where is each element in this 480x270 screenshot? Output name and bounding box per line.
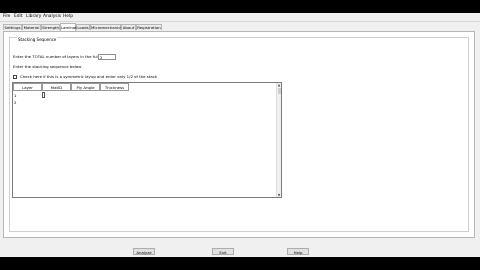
stacking-sequence-prompt: Enter the stacking sequence below (13, 64, 82, 69)
total-layers-label: Enter the TOTAL number of layers in the … (13, 54, 111, 59)
tab-micromechanics[interactable]: Micromechanics (90, 24, 122, 30)
symmetric-layup-checkbox[interactable] (13, 75, 17, 79)
menu-edit[interactable]: Edit (14, 14, 23, 20)
tab-about[interactable]: About (121, 24, 136, 30)
scroll-thumb[interactable] (277, 88, 281, 94)
table-row-label: 1 (14, 93, 17, 98)
analyze-button[interactable]: Analyze (133, 248, 155, 255)
menu-library[interactable]: Library (26, 14, 41, 20)
tab-settings[interactable]: Settings (3, 24, 22, 30)
scroll-down-arrow-icon[interactable]: ▼ (277, 193, 281, 197)
table-vertical-scrollbar[interactable]: ▲ ▼ (276, 83, 281, 197)
column-header-thickness[interactable]: Thickness (100, 83, 129, 91)
matid-cell-editor[interactable] (42, 92, 45, 98)
tab-registration[interactable]: Registration (136, 24, 162, 30)
column-header-matid[interactable]: MatID (42, 83, 71, 91)
menu-file[interactable]: File (3, 14, 10, 20)
group-title: Stacking Sequence (17, 37, 58, 42)
help-button[interactable]: Help (287, 248, 309, 255)
menu-bar: File Edit Library Analysis Help (0, 13, 480, 22)
total-layers-input[interactable]: 2 (98, 54, 116, 60)
column-header-layer[interactable]: Layer (13, 83, 42, 91)
stacking-table: Layer MatID Ply Angle Thickness 1 2 ▲ ▼ (12, 82, 282, 198)
table-row-label: 2 (14, 100, 17, 105)
column-header-ply-angle[interactable]: Ply Angle (71, 83, 100, 91)
tab-material[interactable]: Material (22, 24, 41, 30)
scroll-up-arrow-icon[interactable]: ▲ (277, 83, 281, 87)
menu-help[interactable]: Help (63, 14, 73, 20)
exit-button[interactable]: Exit (212, 248, 234, 255)
tab-laminat[interactable]: Laminat (60, 23, 77, 31)
application-window: File Edit Library Analysis Help Settings… (0, 13, 480, 257)
tab-loads[interactable]: Loads (76, 24, 90, 30)
menu-analysis[interactable]: Analysis (43, 14, 61, 20)
tab-strength[interactable]: Strength (41, 24, 60, 30)
symmetric-layup-label: Check here if this is a symmetric layup … (20, 74, 158, 79)
